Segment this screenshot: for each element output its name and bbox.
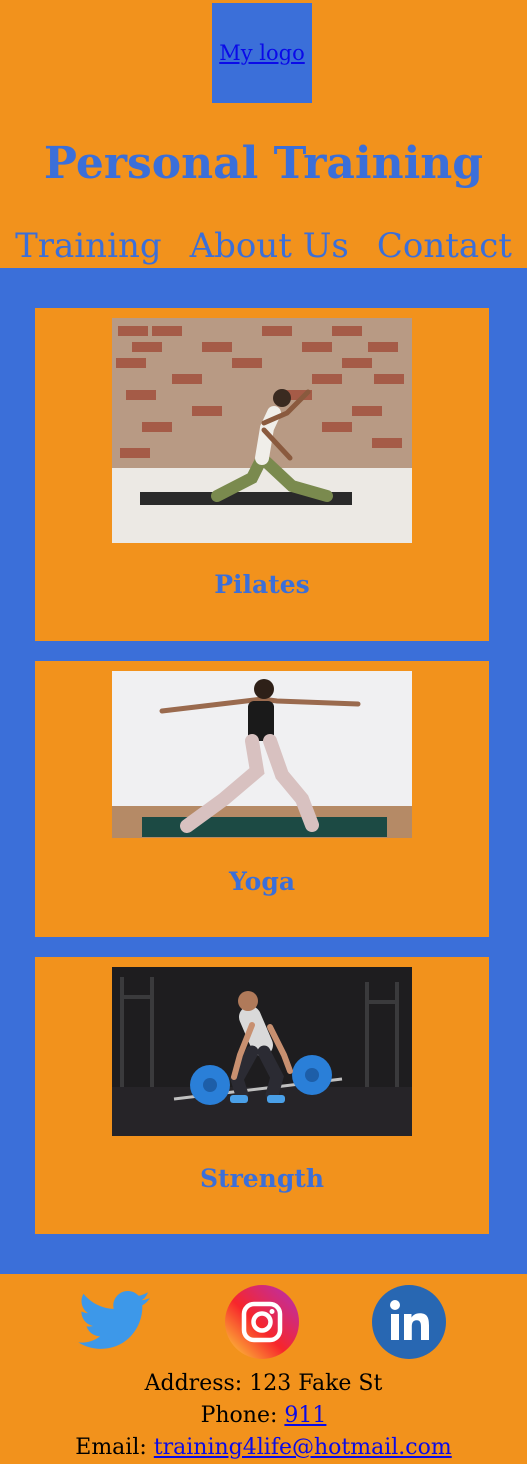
card-strength[interactable]: Strength (35, 957, 489, 1234)
logo-box: My logo (212, 3, 312, 103)
twitter-icon[interactable] (76, 1284, 152, 1360)
card-label-yoga: Yoga (228, 867, 296, 896)
page-title: Personal Training (43, 138, 484, 189)
nav-training[interactable]: Training (15, 226, 162, 266)
site-footer: Address: 123 Fake St Phone: 911 Email: t… (0, 1274, 527, 1461)
card-label-pilates: Pilates (214, 570, 310, 599)
address-value: 123 Fake St (249, 1371, 383, 1396)
phone-label: Phone: (200, 1403, 278, 1428)
phone-link[interactable]: 911 (284, 1403, 326, 1428)
card-yoga[interactable]: Yoga (35, 661, 489, 937)
site-header: My logo Personal Training Training About… (0, 0, 527, 268)
phone-line: Phone: 911 (0, 1400, 527, 1432)
nav-about-us[interactable]: About Us (190, 226, 349, 266)
address-label: Address: (144, 1371, 243, 1396)
linkedin-icon[interactable] (371, 1284, 447, 1360)
nav-contact[interactable]: Contact (377, 226, 512, 266)
address-line: Address: 123 Fake St (0, 1368, 527, 1400)
instagram-icon[interactable] (224, 1284, 300, 1360)
email-label: Email: (75, 1435, 147, 1460)
contact-info: Address: 123 Fake St Phone: 911 Email: t… (0, 1368, 527, 1464)
strength-photo (112, 967, 412, 1136)
logo-link[interactable]: My logo (219, 41, 305, 65)
yoga-photo (112, 671, 412, 838)
card-label-strength: Strength (199, 1164, 325, 1193)
main-nav: Training About Us Contact (0, 226, 527, 266)
card-pilates[interactable]: Pilates (35, 308, 489, 641)
pilates-photo (112, 318, 412, 543)
services-section: Pilates Yoga Strength (0, 268, 527, 1274)
email-line: Email: training4life@hotmail.com (0, 1432, 527, 1464)
email-link[interactable]: training4life@hotmail.com (154, 1435, 452, 1460)
